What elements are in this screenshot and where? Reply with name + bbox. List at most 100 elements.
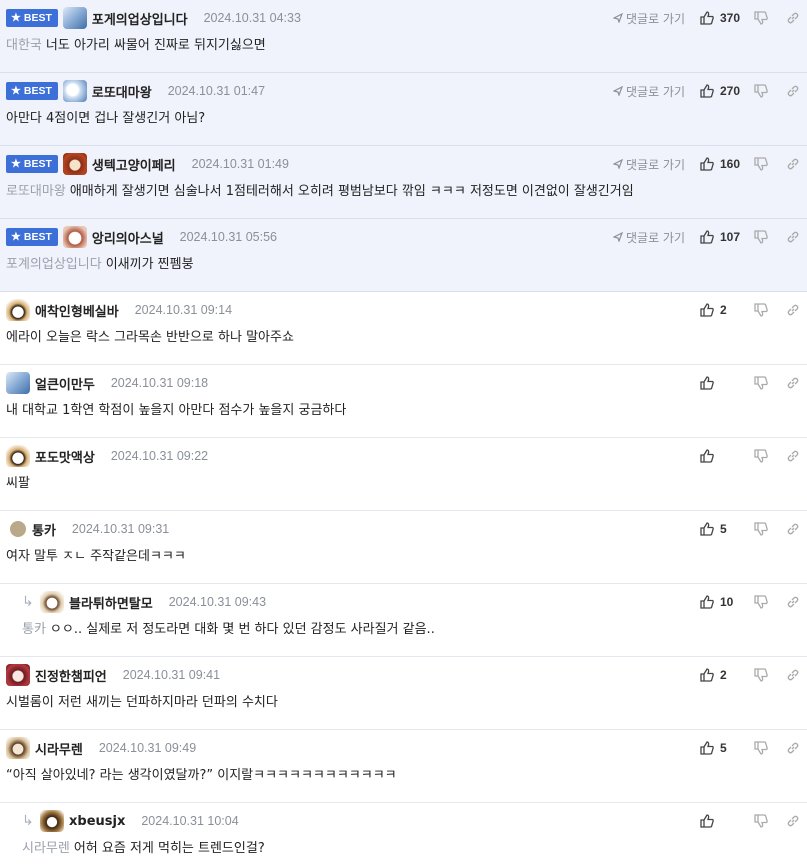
comment-text: 아만다 4점이면 겁나 잘생긴거 아님? [6,111,206,126]
nickname[interactable]: 로또대마왕 [92,82,152,101]
comment-text: 에라이 오늘은 락스 그라목손 반반으로 하나 말아주쇼 [6,330,294,345]
go-to-comment-link[interactable]: 댓글로 가기 [612,83,685,100]
mention[interactable]: 대한국 [6,38,42,53]
link-icon[interactable] [785,667,801,683]
thumbs-down-icon[interactable] [753,667,769,683]
like-button[interactable]: 160 [699,156,745,172]
mention[interactable]: 통카 [22,622,46,637]
nickname[interactable]: 진정한챔피언 [35,666,107,685]
like-count: 5 [720,522,727,536]
comment-text: 이새끼가 찐펨붕 [105,257,194,272]
nickname[interactable]: 앙리의아스널 [92,228,164,247]
link-icon[interactable] [785,521,801,537]
go-to-comment-link[interactable]: 댓글로 가기 [612,229,685,246]
puppy-avatar[interactable] [6,737,30,759]
like-count: 10 [720,595,734,609]
mention[interactable]: 포계의업상입니다 [6,257,102,272]
thumbs-down-icon[interactable] [753,594,769,610]
like-count: 5 [720,741,727,755]
thumbs-up-icon [699,448,715,464]
comment-text: “아직 살아있네? 라는 생각이였달까?” 이지랄ㅋㅋㅋㅋㅋㅋㅋㅋㅋㅋㅋㅋ [6,768,397,783]
like-button[interactable] [699,375,745,391]
link-icon[interactable] [785,83,801,99]
link-icon[interactable] [785,813,801,829]
comment-list: ★ BEST 포게의업상입니다 2024.10.31 04:33 댓글로 가기 3… [0,0,807,864]
puppy-avatar[interactable] [40,810,64,832]
nickname[interactable]: 포게의업상입니다 [92,9,188,28]
like-button[interactable]: 10 [699,594,745,610]
lion-avatar[interactable] [62,153,87,175]
best-badge: ★ BEST [6,155,58,173]
comment-body: 에라이 오늘은 락스 그라목손 반반으로 하나 말아주쇼 [6,329,797,347]
fox-avatar[interactable] [6,299,30,321]
nickname[interactable]: 포도맛액상 [35,447,95,466]
nickname[interactable]: 애착인형베실바 [35,301,119,320]
like-button[interactable]: 2 [699,667,745,683]
link-icon[interactable] [785,156,801,172]
like-count: 2 [720,303,727,317]
like-button[interactable]: 270 [699,83,745,99]
like-button[interactable] [699,448,745,464]
arrow-icon [612,13,623,23]
star-icon: ★ [11,158,21,170]
like-count: 370 [720,11,741,25]
go-to-comment-link[interactable]: 댓글로 가기 [612,156,685,173]
comment-date: 2024.10.31 01:49 [191,157,289,171]
comment-text: 너도 아가리 싸물어 진짜로 뒤지기싫으면 [45,38,266,53]
bear-avatar[interactable] [62,80,87,102]
like-button[interactable]: 5 [699,521,745,537]
dot-avatar[interactable] [10,521,26,537]
thumbs-down-icon[interactable] [753,813,769,829]
thumbs-up-icon [699,229,715,245]
nickname[interactable]: xbeusjx [69,814,125,829]
thumbs-down-icon[interactable] [753,375,769,391]
fox-avatar[interactable] [6,445,30,467]
best-badge: ★ BEST [6,9,58,27]
thumbs-down-icon[interactable] [753,10,769,26]
comment-date: 2024.10.31 09:31 [71,522,170,536]
link-icon[interactable] [785,10,801,26]
dog-avatar[interactable] [62,226,87,248]
go-to-comment-link[interactable]: 댓글로 가기 [612,10,685,27]
comment-text: 어허 요즘 저게 먹히는 트렌드인걸? [73,841,265,856]
thumbs-down-icon[interactable] [753,83,769,99]
thumbs-down-icon[interactable] [753,229,769,245]
puppy-avatar[interactable] [40,591,64,613]
best-comment: ★ BEST 로또대마왕 2024.10.31 01:47 댓글로 가기 270 … [0,73,807,146]
like-count: 107 [720,230,741,244]
best-badge: ★ BEST [6,82,58,100]
link-icon[interactable] [785,594,801,610]
nickname[interactable]: 통카 [32,520,56,539]
nickname[interactable]: 시라무렌 [35,739,83,758]
comment-date: 2024.10.31 10:04 [141,814,239,828]
link-icon[interactable] [785,448,801,464]
like-count: 160 [720,157,741,171]
thumbs-down-icon[interactable] [753,156,769,172]
nickname[interactable]: 블라튀하면탈모 [69,593,153,612]
nickname[interactable]: 얼큰이만두 [35,374,95,393]
thumbs-down-icon[interactable] [753,740,769,756]
mention[interactable]: 로또대마왕 [6,184,66,199]
link-icon[interactable] [785,740,801,756]
like-button[interactable]: 5 [699,740,745,756]
like-button[interactable]: 370 [699,10,745,26]
bear-avatar[interactable] [62,7,87,29]
like-count: 2 [720,668,727,682]
comment: 애착인형베실바 2024.10.31 09:14 2 에라이 오늘은 락스 그라… [0,292,807,365]
bear-avatar[interactable] [6,372,30,394]
like-button[interactable]: 107 [699,229,745,245]
like-button[interactable]: 2 [699,302,745,318]
like-button[interactable] [699,813,745,829]
star-icon: ★ [11,85,21,97]
mention[interactable]: 시라무렌 [22,841,70,856]
thumbs-down-icon[interactable] [753,302,769,318]
best-comment: ★ BEST 생텍고양이페리 2024.10.31 01:49 댓글로 가기 16… [0,146,807,219]
comment-text: 여자 말투 ㅈㄴ 주작같은데ㅋㅋㅋ [6,549,186,564]
thumbs-down-icon[interactable] [753,521,769,537]
thumbs-down-icon[interactable] [753,448,769,464]
link-icon[interactable] [785,375,801,391]
link-icon[interactable] [785,229,801,245]
red-avatar[interactable] [6,664,30,686]
link-icon[interactable] [785,302,801,318]
nickname[interactable]: 생텍고양이페리 [92,155,176,174]
